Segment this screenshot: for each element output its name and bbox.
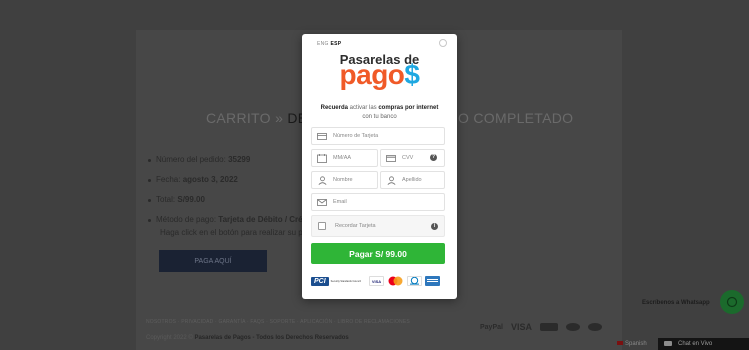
card-logo <box>539 323 558 331</box>
pay-here-button[interactable]: PAGA AQUÍ <box>159 250 267 272</box>
visa-icon: VISA <box>369 276 384 286</box>
footer-payment-logos: PayPal VISA <box>480 322 602 332</box>
card-back-icon <box>386 154 396 162</box>
whatsapp-label: Escríbenos a Whatsapp <box>642 300 710 306</box>
lang-esp[interactable]: ESP <box>330 41 341 47</box>
detail-total: Total: S/99.00 <box>148 190 303 210</box>
order-details: Número del pedido: 35299 Fecha: agosto 3… <box>148 150 303 230</box>
user-icon <box>386 175 396 185</box>
close-icon[interactable] <box>439 39 447 47</box>
remember-card-label: Recordar Tarjeta <box>335 223 376 229</box>
click-hint: Haga click en el botón para realizar su … <box>160 228 308 237</box>
remember-card-row[interactable]: Recordar Tarjeta i <box>311 215 445 237</box>
whatsapp-button[interactable] <box>720 290 744 314</box>
detail-date: Fecha: agosto 3, 2022 <box>148 170 303 190</box>
pay-button[interactable]: Pagar S/ 99.00 <box>311 243 445 264</box>
checkout-steps: CARRITO » DET O COMPLETADO <box>206 110 573 126</box>
detail-order-number: Número del pedido: 35299 <box>148 150 303 170</box>
info-icon[interactable]: i <box>431 223 438 230</box>
step-cart[interactable]: CARRITO <box>206 110 271 126</box>
step-separator: » <box>275 110 284 126</box>
tagline: Recuerda activar las compras por interne… <box>320 105 439 120</box>
visa-logo: VISA <box>510 322 532 332</box>
step-completed: O COMPLETADO <box>458 110 574 126</box>
envelope-icon <box>317 198 327 206</box>
copyright: Copyright 2022 © Pasarelas de Pagos - To… <box>146 335 349 341</box>
chat-icon <box>664 341 672 346</box>
remember-card-checkbox[interactable] <box>318 222 326 230</box>
card-brands: VISA <box>369 276 440 286</box>
expiry-field[interactable]: MM/AA <box>311 149 378 167</box>
user-icon <box>317 175 327 185</box>
cvv-help-icon[interactable]: ? <box>430 154 437 161</box>
language-selector[interactable]: Spanish <box>617 341 647 347</box>
credit-card-icon <box>317 132 327 140</box>
first-name-field[interactable]: Nombre <box>311 171 378 189</box>
mastercard-icon <box>387 276 404 286</box>
calendar-icon <box>317 153 327 163</box>
last-name-field[interactable]: Apellido <box>380 171 445 189</box>
logo: pago$ <box>339 59 420 90</box>
language-toggle: ENG ESP <box>317 41 341 47</box>
footer-links[interactable]: NOSOTROS · PRIVACIDAD · GARANTÍA · FAQS … <box>146 319 410 325</box>
diners-club-icon <box>407 276 422 286</box>
card-logo <box>587 323 602 331</box>
email-field[interactable]: Email <box>311 193 445 211</box>
amex-icon <box>425 276 440 286</box>
pci-logo: PCI <box>311 277 329 286</box>
live-chat-button[interactable]: Chat en Vivo <box>658 338 749 350</box>
pci-text: Security Standards Council <box>330 280 361 283</box>
card-number-field[interactable]: Número de Tarjeta <box>311 127 445 145</box>
detail-payment-method: Método de pago: Tarjeta de Débito / Cré <box>148 210 303 230</box>
pci-badge: PCI Security Standards Council <box>311 277 361 286</box>
lang-eng[interactable]: ENG <box>317 41 329 47</box>
card-logo <box>565 323 580 331</box>
paypal-logo: PayPal <box>480 323 503 331</box>
whatsapp-icon <box>726 296 738 308</box>
flag-icon <box>617 341 623 345</box>
